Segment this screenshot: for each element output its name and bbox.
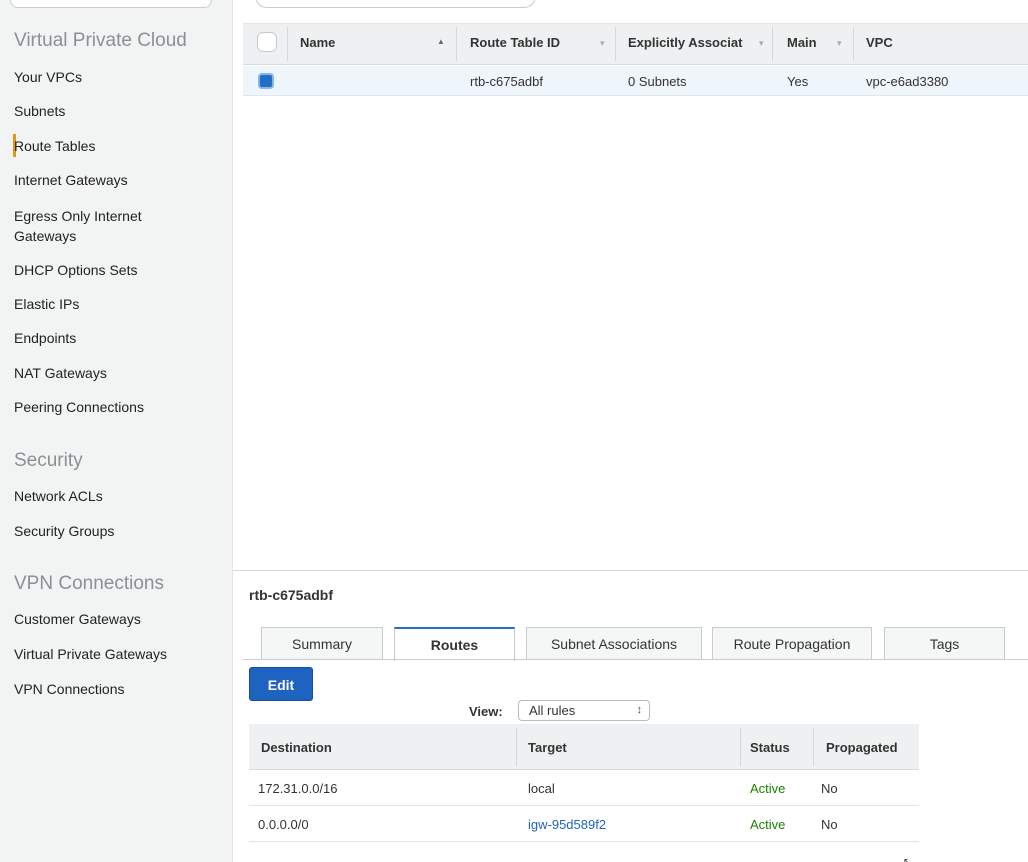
column-header-vpc[interactable]: VPC bbox=[866, 35, 893, 50]
sort-descending-icon[interactable]: ▾ bbox=[600, 38, 605, 49]
tab-route-propagation[interactable]: Route Propagation bbox=[712, 627, 872, 660]
tab-subnet-associations[interactable]: Subnet Associations bbox=[526, 627, 702, 660]
sort-descending-icon[interactable]: ▾ bbox=[837, 38, 842, 49]
column-header-main[interactable]: Main bbox=[787, 35, 817, 50]
sort-descending-icon[interactable]: ▾ bbox=[759, 38, 764, 49]
search-input[interactable] bbox=[255, 0, 536, 8]
view-select-value: All rules bbox=[529, 703, 576, 718]
nav-item-subnets[interactable]: Subnets bbox=[14, 101, 65, 121]
cell-route-table-id: rtb-c675adbf bbox=[470, 74, 543, 89]
column-separator bbox=[287, 27, 288, 61]
nav-item-elastic-ips[interactable]: Elastic IPs bbox=[14, 294, 79, 314]
route-status: Active bbox=[750, 817, 786, 832]
nav-item-nat-gateways[interactable]: NAT Gateways bbox=[14, 363, 107, 383]
nav-section-vpc: Virtual Private Cloud bbox=[14, 30, 187, 51]
nav-item-network-acls[interactable]: Network ACLs bbox=[14, 486, 103, 506]
routes-header-destination: Destination bbox=[261, 740, 332, 755]
cell-vpc: vpc-e6ad3380 bbox=[866, 74, 949, 89]
nav-item-dhcp-options-sets[interactable]: DHCP Options Sets bbox=[14, 260, 137, 280]
table-row bbox=[249, 770, 919, 806]
sort-ascending-icon[interactable]: ▲ bbox=[437, 37, 445, 46]
cell-explicitly-associated: 0 Subnets bbox=[628, 74, 687, 89]
tab-routes[interactable]: Routes bbox=[394, 627, 515, 661]
nav-item-internet-gateways[interactable]: Internet Gateways bbox=[14, 170, 128, 190]
column-separator bbox=[772, 27, 773, 61]
row-checkbox[interactable] bbox=[258, 73, 274, 89]
nav-item-virtual-private-gateways[interactable]: Virtual Private Gateways bbox=[14, 644, 167, 664]
column-separator bbox=[740, 728, 741, 766]
route-target-link[interactable]: igw-95d589f2 bbox=[528, 817, 606, 832]
column-header-explicitly-associated[interactable]: Explicitly Associat bbox=[628, 35, 756, 50]
column-separator bbox=[853, 27, 854, 61]
nav-section-security: Security bbox=[14, 450, 83, 471]
nav-item-vpn-connections[interactable]: VPN Connections bbox=[14, 679, 125, 699]
nav-item-peering-connections[interactable]: Peering Connections bbox=[14, 397, 144, 417]
tab-baseline bbox=[243, 659, 1028, 660]
view-label: View: bbox=[469, 704, 503, 719]
nav-item-route-tables[interactable]: Route Tables bbox=[14, 136, 95, 156]
route-destination: 172.31.0.0/16 bbox=[258, 781, 338, 796]
detail-pane-title: rtb-c675adbf bbox=[249, 587, 334, 603]
column-separator bbox=[813, 728, 814, 766]
routes-header-status: Status bbox=[750, 740, 790, 755]
nav-item-egress-only-internet-gateways-line2[interactable]: Gateways bbox=[14, 226, 76, 246]
column-header-name[interactable]: Name bbox=[300, 35, 335, 50]
column-separator bbox=[615, 27, 616, 61]
route-status: Active bbox=[750, 781, 786, 796]
route-target: local bbox=[528, 781, 555, 796]
nav-item-egress-only-internet-gateways[interactable]: Egress Only Internet bbox=[14, 206, 142, 226]
sidebar-filter-input[interactable] bbox=[10, 0, 212, 8]
mouse-cursor-icon: ↖ bbox=[903, 857, 911, 862]
column-separator bbox=[456, 27, 457, 61]
route-propagated: No bbox=[821, 781, 838, 796]
cell-main: Yes bbox=[787, 74, 809, 89]
view-select[interactable]: All rules ↕ bbox=[518, 700, 650, 721]
nav-section-vpn: VPN Connections bbox=[14, 573, 164, 594]
column-separator bbox=[516, 728, 517, 766]
routes-header-propagated: Propagated bbox=[826, 740, 898, 755]
route-destination: 0.0.0.0/0 bbox=[258, 817, 309, 832]
routes-table-header bbox=[249, 724, 919, 770]
tab-summary[interactable]: Summary bbox=[261, 627, 383, 660]
pane-divider[interactable] bbox=[233, 570, 1028, 571]
edit-button[interactable]: Edit bbox=[249, 667, 313, 701]
updown-arrows-icon: ↕ bbox=[636, 704, 643, 716]
nav-item-endpoints[interactable]: Endpoints bbox=[14, 328, 76, 348]
column-header-route-table-id[interactable]: Route Table ID bbox=[470, 35, 560, 50]
nav-item-your-vpcs[interactable]: Your VPCs bbox=[14, 67, 82, 87]
nav-item-customer-gateways[interactable]: Customer Gateways bbox=[14, 609, 141, 629]
tab-tags[interactable]: Tags bbox=[884, 627, 1005, 660]
route-propagated: No bbox=[821, 817, 838, 832]
select-all-checkbox[interactable] bbox=[257, 32, 277, 52]
routes-header-target: Target bbox=[528, 740, 567, 755]
sidebar bbox=[0, 0, 233, 862]
nav-item-security-groups[interactable]: Security Groups bbox=[14, 521, 114, 541]
